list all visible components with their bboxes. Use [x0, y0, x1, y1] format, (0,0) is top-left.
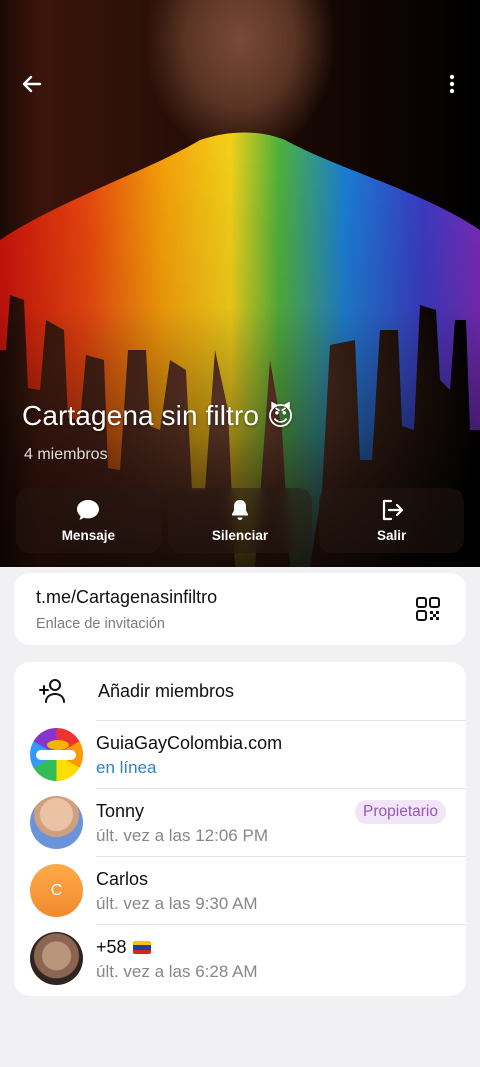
qr-code-button[interactable]	[414, 595, 442, 623]
invite-link[interactable]: t.me/Cartagenasinfiltro	[36, 587, 466, 608]
member-row[interactable]: C Carlos últ. vez a las 9:30 AM	[14, 856, 466, 924]
member-name: Tonny	[96, 801, 145, 821]
qr-code-icon	[416, 597, 440, 621]
add-members-button[interactable]: Añadir miembros	[14, 662, 466, 720]
action-bar: Mensaje Silenciar Salir	[16, 488, 465, 553]
member-name-row: +58	[96, 937, 151, 958]
exit-icon	[382, 499, 403, 521]
avatar: C	[30, 864, 83, 917]
avatar	[30, 728, 83, 781]
message-label: Mensaje	[61, 528, 115, 543]
divider	[96, 720, 466, 721]
members-card: Añadir miembros GuiaGayColombia.com en l…	[14, 662, 466, 996]
group-title: Cartagena sin filtro 😈	[22, 400, 294, 432]
bell-icon	[232, 500, 248, 520]
member-name: +58	[96, 937, 127, 957]
divider	[96, 924, 466, 925]
divider	[96, 788, 466, 789]
add-members-label: Añadir miembros	[98, 680, 235, 701]
chat-bubble-icon	[77, 500, 100, 520]
invite-link-card[interactable]: t.me/Cartagenasinfiltro Enlace de invita…	[14, 573, 466, 645]
leave-button[interactable]: Salir	[319, 488, 465, 553]
member-row[interactable]: Tonny Propietario últ. vez a las 12:06 P…	[14, 788, 466, 856]
avatar-initial: C	[50, 881, 63, 899]
avatar	[30, 796, 83, 849]
more-options-button[interactable]	[430, 62, 474, 106]
member-row[interactable]: GuiaGayColombia.com en línea	[14, 720, 466, 788]
member-status: últ. vez a las 6:28 AM	[96, 962, 258, 981]
group-name: Cartagena sin filtro	[22, 400, 260, 431]
mute-button[interactable]: Silenciar	[167, 488, 313, 553]
mute-label: Silenciar	[211, 528, 269, 543]
invite-link-description: Enlace de invitación	[36, 616, 165, 632]
member-name: Carlos	[96, 869, 149, 889]
add-user-icon	[39, 679, 65, 703]
more-vertical-icon	[449, 74, 455, 94]
member-status: en línea	[96, 758, 157, 777]
venezuela-flag-icon	[132, 941, 151, 954]
back-button[interactable]	[10, 62, 54, 106]
members-count: 4 miembros	[24, 446, 108, 463]
member-row[interactable]: +58 últ. vez a las 6:28 AM	[14, 924, 466, 992]
devil-emoji-icon: 😈	[267, 400, 295, 431]
owner-badge: Propietario	[355, 800, 446, 824]
arrow-left-icon	[22, 75, 42, 93]
avatar	[30, 932, 83, 985]
message-button[interactable]: Mensaje	[16, 488, 161, 553]
member-status: últ. vez a las 9:30 AM	[96, 894, 258, 913]
leave-label: Salir	[377, 528, 407, 543]
group-header: Cartagena sin filtro 😈 4 miembros Mensaj…	[0, 0, 480, 567]
divider	[96, 856, 466, 857]
member-status: últ. vez a las 12:06 PM	[96, 826, 268, 845]
member-name: GuiaGayColombia.com	[96, 733, 283, 753]
